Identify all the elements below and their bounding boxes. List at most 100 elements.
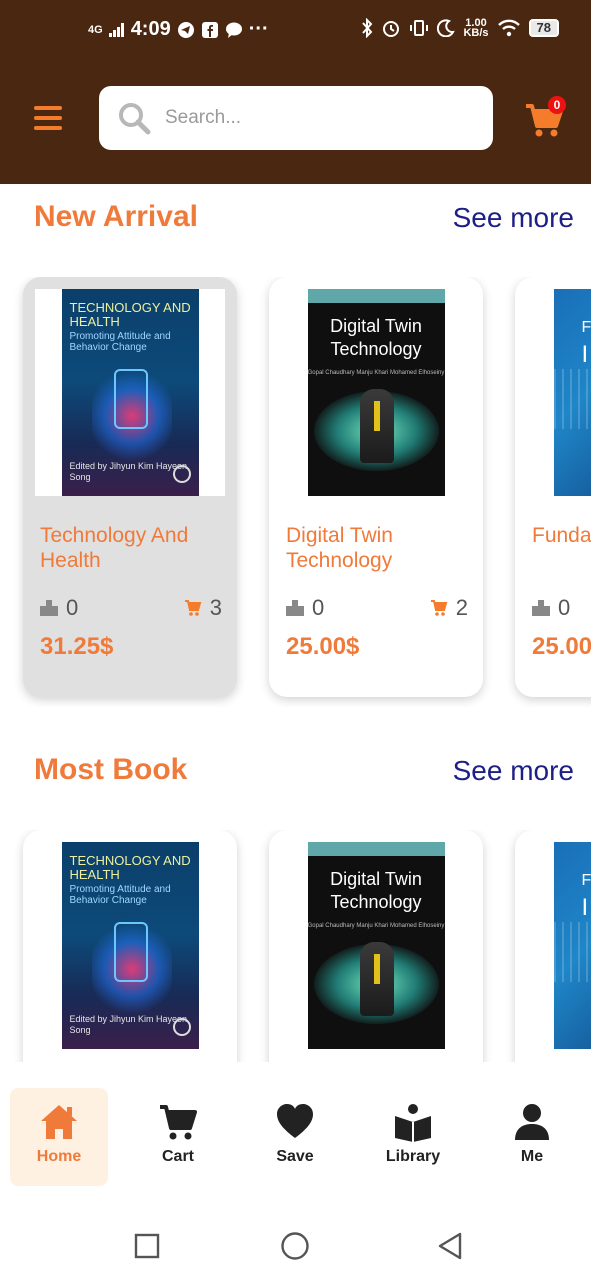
- back-button[interactable]: [426, 1222, 474, 1270]
- cover-art: [113, 369, 148, 429]
- search-bar[interactable]: [99, 86, 493, 150]
- cover-art: [553, 369, 591, 429]
- book-stack-icon: [286, 600, 304, 616]
- book-stats: 0 3: [40, 595, 222, 621]
- cover-authors: Gopal Chaudhary Manju Khari Mohamed Elho…: [307, 923, 445, 929]
- library-icon: [395, 1104, 431, 1142]
- search-input[interactable]: [165, 107, 465, 129]
- header-cart-button[interactable]: 0: [524, 96, 566, 138]
- section-new-arrival: New Arrival See more: [0, 200, 591, 240]
- see-more-link[interactable]: See more: [453, 755, 574, 787]
- book-stack-icon: [532, 600, 550, 616]
- book-cover-image: Digital Twin Technology Gopal Chaudhary …: [307, 289, 445, 496]
- status-time: 4:09: [130, 18, 171, 40]
- bluetooth-icon: [362, 18, 373, 38]
- cart-icon: [160, 1105, 197, 1140]
- book-cover-image: F I: [553, 289, 591, 496]
- book-cover: TECHNOLOGY AND HEALTH Promoting Attitude…: [35, 289, 225, 496]
- cart-stat: 2: [430, 595, 468, 621]
- book-card[interactable]: Digital Twin Technology Gopal Chaudhary …: [269, 277, 483, 697]
- nav-label: Cart: [161, 1148, 194, 1165]
- book-price: 25.00$: [286, 633, 360, 660]
- network-type: 4G: [88, 23, 103, 36]
- book-stats: 0: [532, 595, 591, 621]
- user-icon: [515, 1104, 549, 1140]
- cover-title: TECHNOLOGY AND HEALTH: [69, 853, 191, 882]
- book-title: Technology And Health: [40, 524, 189, 572]
- alarm-icon: [383, 21, 400, 37]
- vibrate-icon: [410, 20, 429, 36]
- cover-title: I: [581, 341, 589, 368]
- home-system-button[interactable]: [271, 1222, 319, 1270]
- book-cover: F I: [527, 289, 591, 496]
- new-arrival-row[interactable]: TECHNOLOGY AND HEALTH Promoting Attitude…: [0, 277, 591, 707]
- publisher-logo: [172, 1018, 191, 1036]
- cart-small-icon: [430, 600, 448, 616]
- book-price: 25.00: [532, 633, 591, 660]
- book-stack-icon: [40, 600, 58, 616]
- cover-art: [113, 922, 148, 982]
- cover-title: F: [581, 872, 591, 889]
- cover-title: Digital Twin Technology: [330, 869, 422, 912]
- facebook-icon: [201, 21, 218, 38]
- book-cover-image: TECHNOLOGY AND HEALTH Promoting Attitude…: [61, 842, 199, 1049]
- see-more-link[interactable]: See more: [453, 202, 574, 234]
- likes-count: 0: [66, 595, 79, 620]
- book-cover-image: F I: [553, 842, 591, 1049]
- cover-title: TECHNOLOGY AND HEALTH: [69, 300, 191, 329]
- section-title: Most Book: [34, 753, 188, 786]
- cover-art: [373, 401, 380, 431]
- menu-button[interactable]: [34, 106, 62, 130]
- likes-count: 0: [558, 595, 571, 620]
- system-navigation: [0, 1222, 591, 1270]
- book-title: Digital Twin Technology: [286, 524, 393, 572]
- recents-button[interactable]: [123, 1222, 171, 1270]
- nav-library[interactable]: Library: [364, 1088, 462, 1186]
- search-icon: [119, 103, 151, 135]
- most-book-row[interactable]: TECHNOLOGY AND HEALTH Promoting Attitude…: [0, 830, 591, 1062]
- book-cover-image: Digital Twin Technology Gopal Chaudhary …: [307, 842, 445, 1049]
- book-card[interactable]: Digital Twin Technology Gopal Chaudhary …: [269, 830, 483, 1062]
- nav-label: Me: [520, 1148, 544, 1165]
- cover-art: [553, 922, 591, 982]
- message-icon: [225, 22, 242, 38]
- cart-stat: 3: [184, 595, 222, 621]
- menu-icon-bar: [34, 116, 62, 120]
- data-rate: 1.00 KB/s: [463, 17, 489, 39]
- book-stats: 0 2: [286, 595, 468, 621]
- book-card[interactable]: TECHNOLOGY AND HEALTH Promoting Attitude…: [23, 277, 237, 697]
- book-price: 31.25$: [40, 633, 114, 660]
- cover-band: [307, 289, 445, 303]
- top-app-bar: 4G 4:09 ··· 1.00 KB/s 78 Search... 0: [0, 0, 591, 184]
- status-left: 4G 4:09 ···: [88, 18, 269, 41]
- nav-label: Home: [36, 1148, 82, 1165]
- cover-title: Digital Twin Technology: [330, 316, 422, 359]
- book-card[interactable]: TECHNOLOGY AND HEALTH Promoting Attitude…: [23, 830, 237, 1062]
- cover-subtitle: Promoting Attitude and Behavior Change: [69, 884, 171, 906]
- more-notifications-icon: ···: [248, 18, 269, 40]
- nav-home[interactable]: Home: [10, 1088, 108, 1186]
- cover-art: [373, 954, 380, 984]
- section-most-book: Most Book See more: [0, 753, 591, 793]
- book-title: Funda Of Info: [532, 524, 591, 547]
- cover-title: I: [581, 894, 589, 921]
- book-card[interactable]: F I Funda Of Info 0 25.00: [515, 277, 591, 697]
- likes-stat: 0: [40, 595, 78, 621]
- battery-level: 78: [528, 19, 559, 37]
- book-cover: Digital Twin Technology Gopal Chaudhary …: [281, 289, 471, 496]
- status-right: 1.00 KB/s 78: [361, 17, 559, 39]
- book-card[interactable]: F I: [515, 830, 591, 1062]
- section-title: New Arrival: [34, 200, 198, 233]
- nav-save[interactable]: Save: [246, 1088, 344, 1186]
- publisher-logo: [172, 465, 191, 483]
- square-icon: [134, 1233, 160, 1259]
- telegram-icon: [177, 21, 194, 38]
- cart-small-icon: [184, 600, 202, 616]
- back-triangle-icon: [438, 1232, 462, 1260]
- nav-cart[interactable]: Cart: [129, 1088, 227, 1186]
- nav-label: Library: [385, 1148, 441, 1165]
- cart-count: 3: [209, 595, 222, 620]
- nav-me[interactable]: Me: [483, 1088, 581, 1186]
- book-cover: Digital Twin Technology Gopal Chaudhary …: [281, 842, 471, 1049]
- circle-icon: [281, 1232, 309, 1260]
